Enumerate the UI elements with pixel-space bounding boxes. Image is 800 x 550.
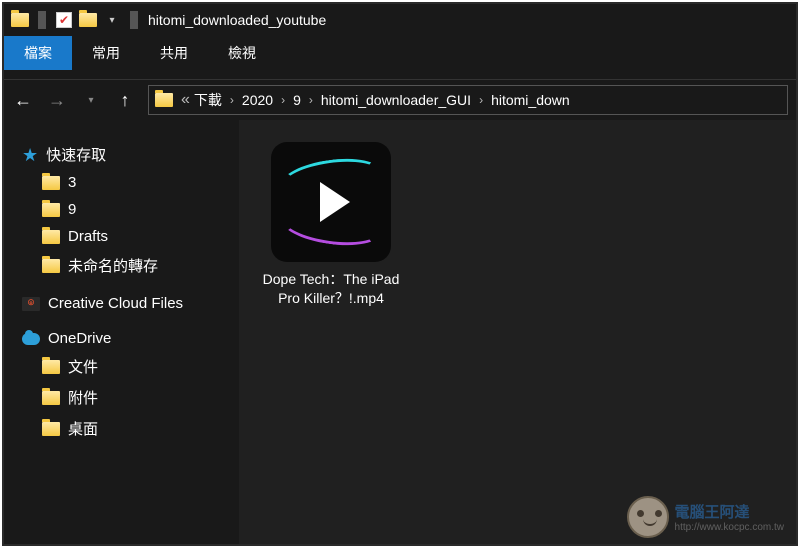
navigation-pane: ★ 快速存取 3 9 Drafts 未命名的轉存 ⌾ Creative Clou… <box>4 120 239 544</box>
folder-icon <box>42 259 60 273</box>
watermark-title: 電腦王阿達 <box>675 501 784 522</box>
onedrive-icon <box>22 333 40 345</box>
sidebar-item-label: 3 <box>68 174 76 191</box>
address-bar: ← → ▾ ↑ « 下載 › 2020 › 9 › hitomi_downloa… <box>4 80 796 120</box>
chevron-right-icon[interactable]: › <box>281 93 285 107</box>
chevron-right-icon[interactable]: › <box>479 93 483 107</box>
tab-home[interactable]: 常用 <box>72 36 140 70</box>
app-folder-icon <box>11 11 29 29</box>
breadcrumb-seg[interactable]: 下載 <box>194 90 222 110</box>
window-title: hitomi_downloaded_youtube <box>148 12 326 28</box>
sidebar-item-label: 文件 <box>68 356 98 377</box>
creative-cloud-icon: ⌾ <box>22 297 40 311</box>
watermark-avatar-icon <box>627 496 669 538</box>
sidebar-quick-access[interactable]: ★ 快速存取 <box>22 140 239 169</box>
sidebar-item-label: 9 <box>68 201 76 218</box>
file-name-label: Dope Tech：The iPad Pro Killer？!.mp4 <box>261 270 401 308</box>
chevron-right-icon[interactable]: › <box>309 93 313 107</box>
titlebar: ✔ ▾ hitomi_downloaded_youtube <box>4 4 796 36</box>
folder-icon <box>42 391 60 405</box>
folder-icon <box>42 360 60 374</box>
folder-icon <box>42 422 60 436</box>
sidebar-label: OneDrive <box>48 330 111 347</box>
qat-newfolder-icon[interactable] <box>79 11 97 29</box>
breadcrumb-overflow[interactable]: « <box>181 91 190 109</box>
sidebar-item[interactable]: 3 <box>22 169 239 196</box>
folder-icon <box>42 203 60 217</box>
watermark: 電腦王阿達 http://www.kocpc.com.tw <box>627 496 784 538</box>
file-list-pane[interactable]: Dope Tech：The iPad Pro Killer？!.mp4 電腦王阿… <box>239 120 796 544</box>
breadcrumb-seg[interactable]: hitomi_down <box>491 92 570 108</box>
sidebar-item[interactable]: 文件 <box>22 351 239 382</box>
breadcrumb-seg[interactable]: 9 <box>293 92 301 108</box>
nav-back-button[interactable]: ← <box>12 90 34 111</box>
folder-icon <box>42 176 60 190</box>
video-thumbnail <box>271 142 391 262</box>
nav-recent-dropdown[interactable]: ▾ <box>80 95 102 106</box>
sidebar-onedrive[interactable]: OneDrive <box>22 326 239 351</box>
sidebar-item[interactable]: 桌面 <box>22 413 239 444</box>
sidebar-item[interactable]: 未命名的轉存 <box>22 250 239 281</box>
sidebar-creative-cloud[interactable]: ⌾ Creative Cloud Files <box>22 291 239 316</box>
ribbon-body <box>4 70 796 80</box>
sidebar-item-label: 未命名的轉存 <box>68 255 158 276</box>
sidebar-item[interactable]: Drafts <box>22 223 239 250</box>
nav-forward-button[interactable]: → <box>46 90 68 111</box>
sidebar-item[interactable]: 附件 <box>22 382 239 413</box>
sidebar-item[interactable]: 9 <box>22 196 239 223</box>
tab-file[interactable]: 檔案 <box>4 36 72 70</box>
tab-view[interactable]: 檢視 <box>208 36 276 70</box>
sidebar-item-label: 桌面 <box>68 418 98 439</box>
watermark-url: http://www.kocpc.com.tw <box>675 522 784 533</box>
sidebar-label: Creative Cloud Files <box>48 295 183 312</box>
sidebar-item-label: Drafts <box>68 228 108 245</box>
breadcrumb-folder-icon <box>155 93 173 107</box>
breadcrumb-seg[interactable]: hitomi_downloader_GUI <box>321 92 471 108</box>
chevron-right-icon[interactable]: › <box>230 93 234 107</box>
play-icon <box>320 182 350 222</box>
nav-up-button[interactable]: ↑ <box>114 90 136 111</box>
qat-dropdown-icon[interactable]: ▾ <box>103 11 121 29</box>
ribbon-tabs: 檔案 常用 共用 檢視 <box>4 36 796 70</box>
separator <box>130 11 138 29</box>
breadcrumb-seg[interactable]: 2020 <box>242 92 273 108</box>
breadcrumb[interactable]: « 下載 › 2020 › 9 › hitomi_downloader_GUI … <box>148 85 788 115</box>
separator <box>38 11 46 29</box>
sidebar-item-label: 附件 <box>68 387 98 408</box>
folder-icon <box>42 230 60 244</box>
qat-properties-icon[interactable]: ✔ <box>55 11 73 29</box>
sidebar-label: 快速存取 <box>46 144 106 165</box>
file-item[interactable]: Dope Tech：The iPad Pro Killer？!.mp4 <box>261 142 401 308</box>
star-icon: ★ <box>22 146 38 164</box>
tab-share[interactable]: 共用 <box>140 36 208 70</box>
